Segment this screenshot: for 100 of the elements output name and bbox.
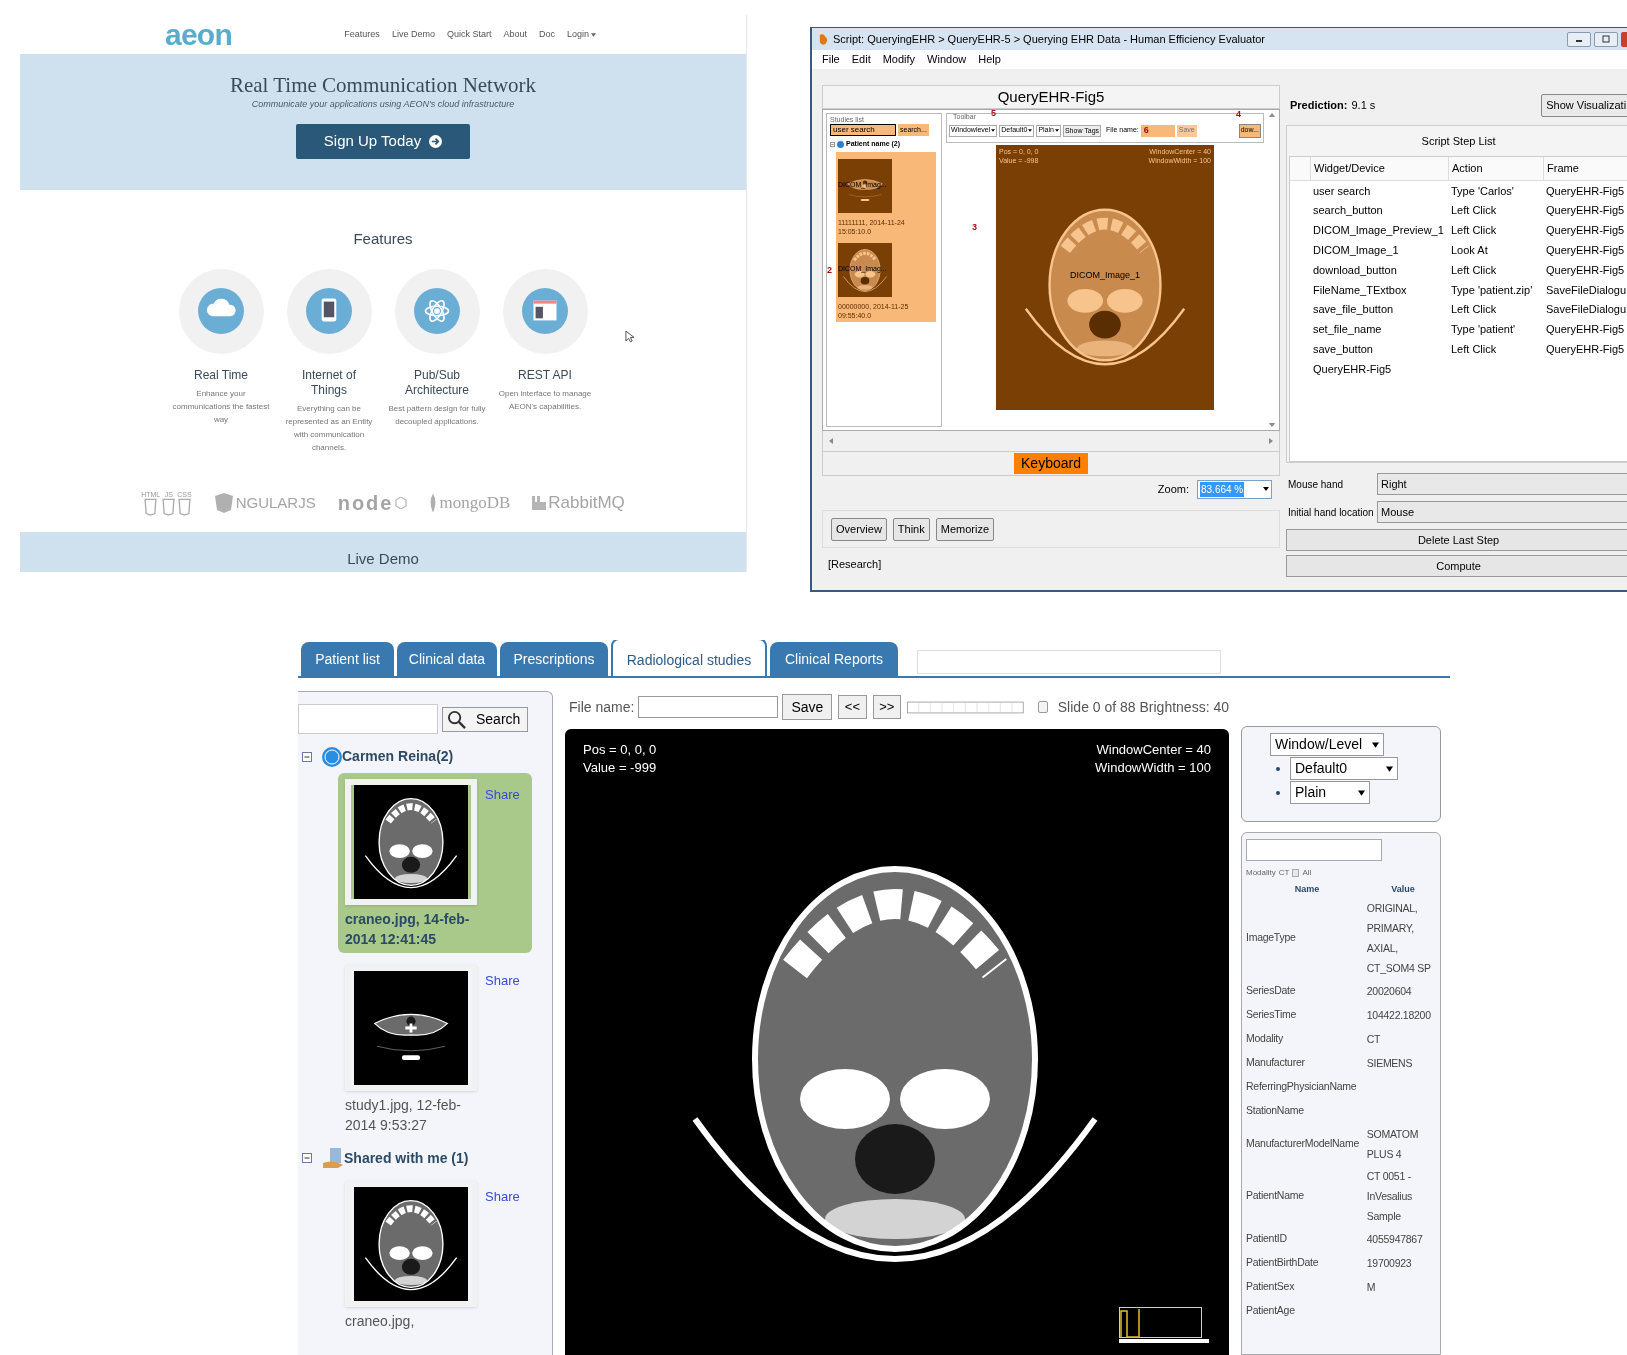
nav-link[interactable]: Live Demo bbox=[391, 27, 435, 42]
status-text: [Research] bbox=[828, 557, 883, 572]
close-button[interactable] bbox=[1621, 31, 1627, 47]
tag-value: M bbox=[1366, 1279, 1377, 1295]
table-cell-text: Left Click bbox=[1450, 203, 1498, 219]
prediction-label: Prediction: bbox=[1290, 97, 1348, 113]
table-cell-text: Left Click bbox=[1450, 342, 1498, 357]
menu-item[interactable]: Help bbox=[978, 51, 1001, 68]
tab[interactable]: Radiological studies bbox=[611, 640, 767, 676]
mode-button[interactable]: Think bbox=[892, 517, 930, 541]
table-cell-text: QueryEHR-Fig5 bbox=[1312, 361, 1393, 377]
menu-item[interactable]: File bbox=[822, 51, 840, 68]
bullet-icon bbox=[1276, 766, 1280, 771]
dropdown[interactable]: Plain bbox=[1290, 781, 1370, 804]
dropdown[interactable]: Mouse bbox=[1377, 501, 1627, 523]
study-card[interactable]: Share craneo.jpg, bbox=[338, 1175, 532, 1335]
action-button[interactable]: Compute bbox=[1286, 555, 1627, 577]
tag-name: SeriesDate bbox=[1246, 982, 1297, 998]
table-cell-text: Type 'patient' bbox=[1450, 322, 1517, 338]
nav-link[interactable]: Login bbox=[566, 27, 596, 42]
atom-icon bbox=[414, 288, 460, 334]
study-card[interactable]: Share study1.jpg, 12-feb-2014 9:53:27 bbox=[338, 959, 532, 1139]
menu-item[interactable]: Modify bbox=[882, 51, 916, 68]
tree-node-label[interactable]: Shared with me (1) bbox=[344, 1147, 469, 1169]
collapse-icon[interactable] bbox=[302, 1153, 312, 1163]
save-button[interactable]: Save bbox=[782, 694, 833, 720]
scroll-left-icon[interactable] bbox=[829, 438, 833, 444]
tab[interactable]: Clinical Reports bbox=[770, 642, 898, 676]
search-icon bbox=[447, 709, 466, 729]
nav-link[interactable]: About bbox=[503, 27, 527, 42]
mode-button[interactable]: Memorize bbox=[935, 517, 995, 541]
column-header[interactable]: Frame bbox=[1543, 157, 1627, 180]
nav-link[interactable]: Features bbox=[344, 27, 380, 42]
tag-name: PatientAge bbox=[1246, 1302, 1296, 1318]
tag-name: PatientBirthDate bbox=[1246, 1254, 1320, 1270]
tag-filter-field[interactable] bbox=[1246, 839, 1382, 861]
tab[interactable]: Prescriptions bbox=[500, 642, 608, 676]
share-link[interactable]: Share bbox=[485, 971, 520, 1091]
table-cell-text: QueryEHR-Fig5 bbox=[1545, 342, 1626, 357]
table-cell-text: FileName_TExtbox bbox=[1312, 282, 1408, 298]
table-cell-text: Type 'Carlos' bbox=[1450, 183, 1515, 199]
tag-value: 19700923 bbox=[1366, 1255, 1413, 1271]
tab[interactable]: Clinical data bbox=[397, 642, 497, 676]
cloud-icon bbox=[198, 288, 244, 334]
table-cell-text: Look At bbox=[1450, 243, 1489, 259]
study-caption: study1.jpg, 12-feb-2014 9:53:27 bbox=[345, 1096, 462, 1135]
shield-icon bbox=[177, 497, 191, 516]
search-field[interactable] bbox=[298, 704, 438, 734]
file-name-field[interactable]: 6 bbox=[1140, 124, 1175, 137]
scroll-down-icon[interactable] bbox=[1269, 423, 1275, 427]
minimize-button[interactable] bbox=[1567, 31, 1591, 47]
menu-item[interactable]: Edit bbox=[851, 51, 871, 68]
tag-name: PatientName bbox=[1246, 1187, 1305, 1203]
tab[interactable]: Patient list bbox=[301, 642, 394, 676]
column-header[interactable]: Widget/Device bbox=[1310, 157, 1448, 180]
menu-item[interactable]: Window bbox=[927, 51, 967, 68]
selected-study-card[interactable]: Share craneo.jpg, 14-feb-2014 12:41:45 bbox=[338, 773, 532, 953]
study-caption: craneo.jpg, bbox=[345, 1312, 416, 1331]
all-checkbox[interactable] bbox=[1292, 869, 1300, 877]
dropdown[interactable]: Default0 bbox=[1290, 757, 1398, 780]
ct-scan-thumbnail[interactable] bbox=[345, 965, 477, 1091]
column-header[interactable]: Action bbox=[1448, 157, 1543, 180]
tech-logo-text: NGULARJS bbox=[235, 492, 316, 513]
dropdown[interactable]: Right bbox=[1377, 473, 1627, 495]
tag-name: ManufacturerModelName bbox=[1246, 1135, 1360, 1151]
slide-track-drawing[interactable] bbox=[906, 699, 1024, 715]
tag-value: SOMATOM PLUS 4 bbox=[1366, 1126, 1420, 1162]
dropdown[interactable]: Window/Level bbox=[1270, 733, 1384, 756]
section-heading: Live Demo bbox=[347, 548, 419, 569]
caret-icon bbox=[1028, 129, 1033, 132]
file-name-field[interactable] bbox=[638, 696, 779, 718]
action-button[interactable]: Delete Last Step bbox=[1286, 529, 1627, 551]
table-cell-text: QueryEHR-Fig5 bbox=[1545, 262, 1626, 278]
share-link[interactable]: Share bbox=[485, 785, 520, 905]
tag-name: ImageType bbox=[1246, 929, 1297, 945]
scroll-up-icon[interactable] bbox=[1269, 113, 1275, 117]
window-title: Script: QueryingEHR > QueryEHR-5 > Querying EHR Data - Human Efficiency Evaluator bbox=[833, 31, 1266, 47]
maximize-icon bbox=[1602, 35, 1610, 43]
tree-node-label[interactable]: Carmen Reina(2) bbox=[342, 746, 454, 767]
ct-scan-thumbnail[interactable] bbox=[345, 1181, 477, 1307]
sign-up-button[interactable]: Sign Up Today bbox=[295, 123, 471, 159]
search-button[interactable]: Search bbox=[442, 706, 528, 732]
scroll-right-icon[interactable] bbox=[1269, 438, 1273, 444]
nav-link[interactable]: Quick Start bbox=[446, 27, 492, 42]
collapse-icon[interactable] bbox=[302, 751, 312, 762]
next-button[interactable]: >> bbox=[872, 695, 901, 719]
slide-checkbox[interactable] bbox=[1037, 701, 1048, 713]
tag-value: SIEMENS bbox=[1366, 1055, 1414, 1071]
arrow-circle-icon bbox=[429, 134, 443, 148]
search-field[interactable]: user search bbox=[830, 124, 896, 136]
nav-link[interactable]: Doc bbox=[538, 27, 555, 42]
table-cell-text: QueryEHR-Fig5 bbox=[1545, 322, 1626, 338]
share-link[interactable]: Share bbox=[485, 1187, 520, 1307]
mode-button[interactable]: Overview bbox=[831, 517, 887, 541]
browser-window-icon bbox=[522, 288, 568, 334]
ct-scan-thumbnail[interactable] bbox=[345, 779, 477, 905]
previous-button[interactable]: << bbox=[838, 695, 867, 719]
step-marker: 6 bbox=[1143, 123, 1149, 137]
show-visualization-button[interactable]: Show Visualizati bbox=[1541, 93, 1627, 117]
feature-description: Best pattern design for fully decoupled applications. bbox=[388, 402, 486, 428]
